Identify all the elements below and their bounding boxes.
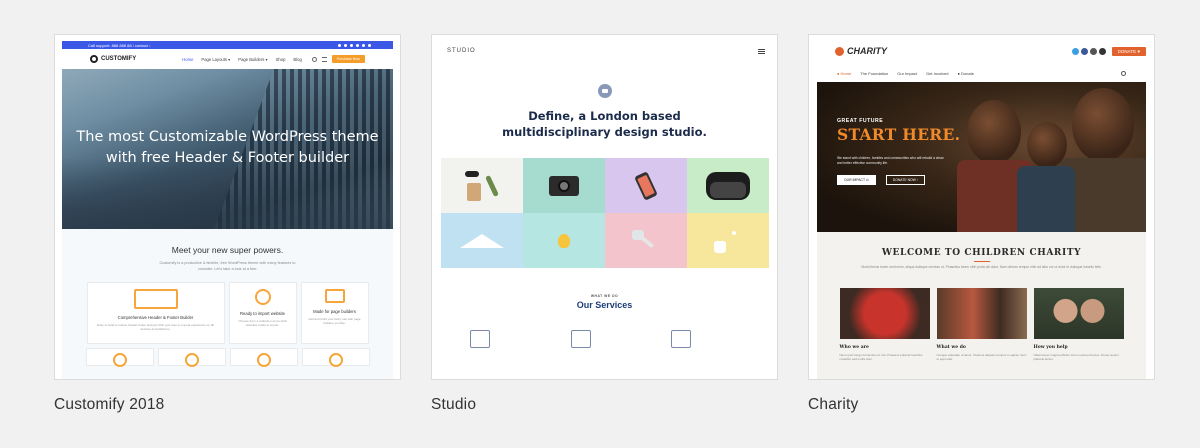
column-photo [839,287,930,339]
preview-menu: Home Page Layouts ▾ Page Builders ▾ Shop… [182,56,302,62]
portfolio-tile [687,158,769,213]
services-eyebrow: WHAT WE DO [590,294,619,298]
info-column: Who we are Nemo pert lungo fermentum et … [839,287,930,362]
services-title: Our Services [576,300,633,310]
feature-card [229,348,298,367]
logo-icon [835,46,844,56]
donate-now-button: DONATE NOW › [885,175,925,185]
import-icon [254,289,271,305]
feature-card [301,348,370,367]
menu-icon [321,56,327,62]
twitter-icon [1071,47,1079,55]
social-icons [1071,47,1106,55]
feature-card: Made for page builders Add and build you… [300,282,369,344]
hero-title: The most Customizable WordPress theme wi… [76,129,379,166]
mail-icon [1098,47,1106,55]
feature-card: Ready to import website Choose from a co… [228,282,297,344]
preview-menu: ● Home The Foundation Our Impact Get Inv… [809,67,1154,79]
portfolio-tile [605,213,687,268]
feature-card [85,348,154,367]
hero-text: We stand with children, families and com… [837,156,944,165]
theme-preview[interactable]: CHARITY DONATE ♥ ● Home The Foundation O… [808,34,1155,380]
devices-icon [470,330,490,348]
theme-card-studio[interactable]: STUDIO Define, a London based multidisci… [431,34,778,414]
topbar-text: Call support: 888 888 88 / contact ↓ [88,42,151,48]
donate-button: DONATE ♥ [1111,46,1146,56]
theme-preview[interactable]: STUDIO Define, a London based multidisci… [431,34,778,380]
hamburger-icon [758,48,765,54]
portfolio-tile [687,213,769,268]
preview-logo: CUSTOMIFY [90,55,136,63]
theme-card-customify[interactable]: Call support: 888 888 88 / contact ↓ CUS… [54,34,401,414]
portfolio-tile [605,158,687,213]
preview-topbar: Call support: 888 888 88 / contact ↓ [62,41,393,49]
preview-navbar: CUSTOMIFY Home Page Layouts ▾ Page Build… [62,49,393,69]
impact-button: OUR IMPACT ⊙ [837,175,876,185]
column-photo [1033,287,1124,339]
info-column: What we do Congue vulputate ut lacus. Vi… [936,287,1027,362]
instagram-icon [1089,47,1097,55]
preview-hero: GREAT FUTURE START HERE. We stand with c… [817,82,1146,232]
divider [973,261,990,262]
purchase-button: Purchase Now [331,55,365,63]
portfolio-tile [441,158,523,213]
theme-name[interactable]: Studio [431,396,778,414]
preview-section: WELCOME TO CHILDREN CHARITY Morbi ibenis… [817,232,1146,379]
facebook-icon [1080,47,1088,55]
preview-hero: The most Customizable WordPress theme wi… [62,69,393,229]
hero-eyebrow: GREAT FUTURE [837,118,884,124]
preview-section: Meet your new super powers. Customify is… [62,229,393,379]
theme-preview[interactable]: Call support: 888 888 88 / contact ↓ CUS… [54,34,401,380]
feature-card: Comprehensive Header & Footer Builder Ea… [86,282,225,344]
section-text: Morbi ibenis lorem nerit enim, aliqua du… [861,265,1102,269]
feature-icon [328,353,343,367]
theme-name[interactable]: Charity [808,396,1155,414]
column-photo [936,287,1027,339]
preview-logo: STUDIO [447,48,476,54]
preview-header: CHARITY DONATE ♥ [809,35,1154,67]
section-title: WELCOME TO CHILDREN CHARITY [881,248,1082,258]
preview-header: STUDIO [432,35,777,67]
hero-title: Define, a London based multidisciplinary… [502,109,707,139]
portfolio-tile [441,213,523,268]
hero-title: START HERE. [837,125,961,144]
feature-icon [184,353,199,367]
info-column: How you help Ullamcorper magna efficitur… [1033,287,1124,362]
theme-card-charity[interactable]: CHARITY DONATE ♥ ● Home The Foundation O… [808,34,1155,414]
logo-icon [90,55,98,63]
monitor-icon [570,330,591,348]
page-builder-icon [324,289,345,303]
portfolio-grid [441,158,777,268]
chart-icon [671,330,691,348]
section-text: Customify is a productive & flexible, fr… [159,261,296,271]
feature-icon [112,353,127,367]
camera-badge-icon [597,84,612,98]
services-icons [432,330,777,348]
builder-illustration-icon [133,289,178,309]
social-icons [338,43,371,47]
feature-card [157,348,226,367]
portfolio-tile [523,158,605,213]
portfolio-tile [523,213,605,268]
preview-logo: CHARITY [835,46,887,56]
search-icon [311,56,317,62]
search-icon [1121,70,1126,76]
feature-icon [256,353,271,367]
section-title: Meet your new super powers. [171,245,284,255]
theme-name[interactable]: Customify 2018 [54,396,401,414]
theme-gallery: Call support: 888 888 88 / contact ↓ CUS… [0,0,1200,448]
